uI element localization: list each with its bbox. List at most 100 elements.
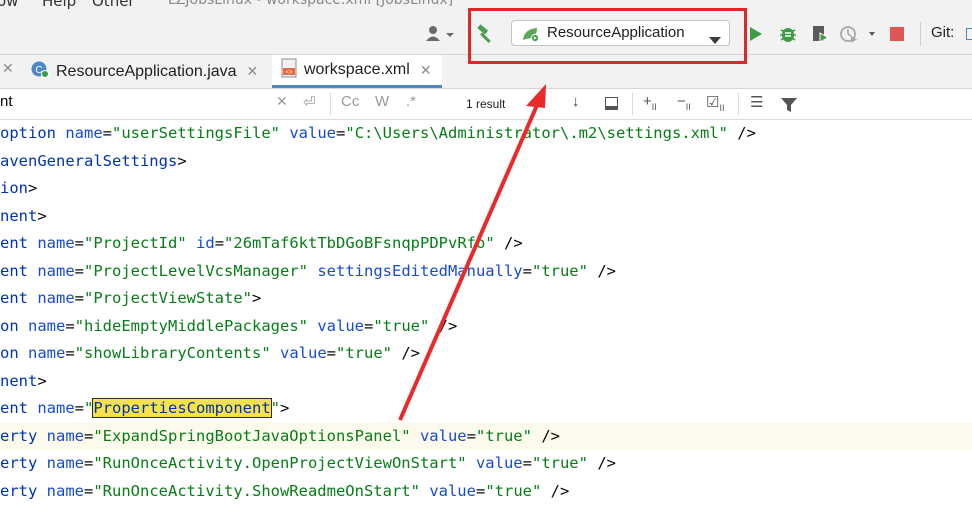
search-match-highlight: PropertiesComponent: [92, 398, 272, 418]
code-line[interactable]: on name="showLibraryContents" value="tru…: [0, 340, 972, 368]
code-token: =: [326, 344, 337, 362]
code-token: name: [28, 344, 66, 362]
code-token: name: [37, 289, 75, 307]
code-line[interactable]: ent name="ProjectViewState">: [0, 285, 972, 313]
code-token: value: [280, 344, 327, 362]
code-line[interactable]: option name="userSettingsFile" value="C:…: [0, 120, 972, 148]
previous-occurrence-icon[interactable]: ↑: [540, 93, 548, 110]
code-token: "true": [485, 481, 542, 500]
toolbar-separator: [920, 22, 921, 46]
code-editor[interactable]: option name="userSettingsFile" value="C:…: [0, 120, 972, 513]
code-token: =: [466, 426, 476, 445]
code-token: on: [0, 316, 19, 335]
code-token: settingsEditedManually: [317, 261, 523, 280]
code-token: avenGeneralSettings: [0, 151, 178, 170]
code-token: name: [46, 426, 84, 445]
svg-text:<>: <>: [285, 70, 293, 76]
code-token: =: [74, 399, 85, 417]
search-input[interactable]: nt: [0, 93, 13, 110]
code-line[interactable]: ion>: [0, 175, 972, 203]
code-token: value: [289, 124, 337, 142]
code-token: ent: [0, 289, 28, 307]
code-token: "true": [475, 426, 532, 445]
separator: [632, 93, 633, 115]
menu-item-help[interactable]: Help: [42, 0, 76, 10]
code-token: ": [84, 399, 94, 417]
new-line-icon[interactable]: ⏎: [303, 93, 316, 111]
code-token: name: [37, 234, 75, 252]
profile-icon[interactable]: [838, 23, 878, 45]
annotation-highlight-box: [468, 8, 747, 64]
code-token: >: [37, 206, 47, 225]
match-case-toggle[interactable]: Cc: [341, 93, 359, 110]
code-line[interactable]: avenGeneralSettings>: [0, 148, 972, 176]
select-all-occurrences-icon[interactable]: [605, 97, 618, 110]
regex-toggle[interactable]: .*: [406, 93, 416, 110]
code-token: name: [46, 481, 84, 500]
close-icon[interactable]: ✕: [2, 61, 14, 77]
user-icon[interactable]: [422, 24, 456, 44]
stop-icon[interactable]: [888, 25, 906, 43]
code-token: option: [0, 124, 56, 142]
code-line[interactable]: erty name="RunOnceActivity.OpenProjectVi…: [0, 450, 972, 478]
code-token: =: [74, 289, 85, 307]
code-token: "C:\Users\Administrator\.m2\settings.xml…: [345, 124, 728, 142]
clear-search-icon[interactable]: ✕: [276, 93, 288, 110]
menu-item-window[interactable]: ow: [0, 0, 18, 10]
menu-item-other[interactable]: Other: [92, 0, 135, 10]
code-token: =: [336, 124, 346, 142]
find-bar: nt ✕ ⏎ Cc W .* 1 result ↑ ↓ +II −II ☑II …: [0, 89, 972, 120]
code-token: />: [392, 344, 421, 362]
code-token: =: [65, 316, 75, 335]
code-line[interactable]: nent>: [0, 368, 972, 396]
code-line[interactable]: nent>: [0, 203, 972, 231]
code-token: =: [84, 454, 94, 472]
code-token: name: [37, 261, 75, 280]
close-icon[interactable]: ✕: [247, 63, 259, 80]
code-token: =: [84, 426, 94, 445]
code-token: />: [587, 454, 616, 472]
code-line[interactable]: erty name="ExpandSpringBootJavaOptionsPa…: [0, 422, 972, 450]
code-token: =: [65, 344, 75, 362]
code-token: />: [541, 481, 570, 500]
run-icon[interactable]: [746, 24, 766, 44]
code-token: >: [177, 151, 187, 170]
code-line[interactable]: on name="hideEmptyMiddlePackages" value=…: [0, 313, 972, 341]
code-token: ion: [0, 179, 28, 197]
code-line[interactable]: ent name="PropertiesComponent">: [0, 395, 972, 423]
code-token: =: [522, 261, 532, 280]
java-class-icon: C: [30, 59, 50, 84]
git-update-icon[interactable]: [966, 28, 972, 40]
git-label[interactable]: Git:: [931, 24, 954, 41]
code-line[interactable]: ent name="ProjectLevelVcsManager" settin…: [0, 258, 972, 286]
code-token: "ExpandSpringBootJavaOptionsPanel": [93, 426, 411, 445]
filter-icon[interactable]: [781, 97, 797, 116]
code-line[interactable]: ent name="ProjectId" id="26mTaf6ktTbDGoB…: [0, 230, 972, 258]
close-icon[interactable]: ✕: [420, 62, 432, 79]
filter-lines-icon[interactable]: ☰: [750, 93, 763, 111]
select-all-matches-icon[interactable]: ☑II: [706, 93, 724, 113]
debug-icon[interactable]: [776, 23, 800, 45]
words-toggle[interactable]: W: [375, 93, 389, 110]
code-line[interactable]: erty name="RunOnceActivity.ShowReadmeOnS…: [0, 478, 972, 506]
code-token: name: [46, 454, 84, 472]
add-occurrence-icon[interactable]: +II: [643, 93, 657, 112]
remove-occurrence-icon[interactable]: −II: [677, 93, 691, 112]
next-occurrence-icon[interactable]: ↓: [572, 93, 580, 110]
coverage-icon[interactable]: [808, 23, 832, 45]
code-token: nent: [0, 371, 38, 390]
code-token: />: [494, 234, 523, 252]
tab-workspace-xml[interactable]: <> workspace.xml ✕: [272, 55, 442, 88]
tab-resourceapplication-java[interactable]: C ResourceApplication.java ✕: [30, 55, 270, 88]
